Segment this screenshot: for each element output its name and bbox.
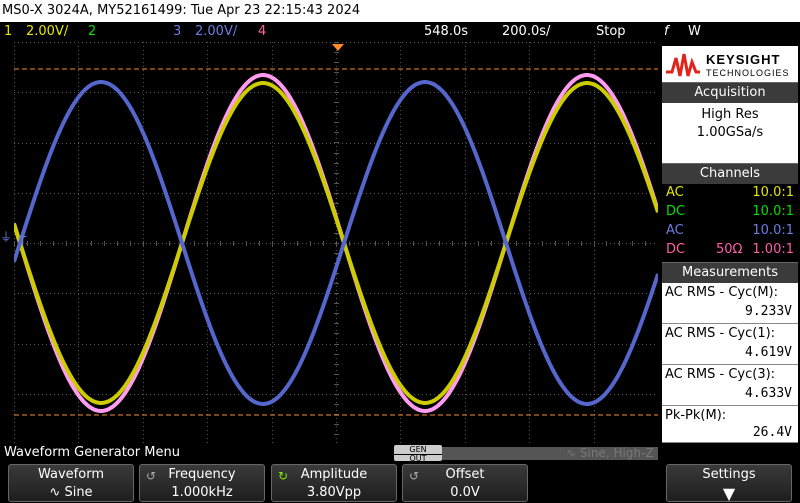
amplitude-softkey[interactable]: ↻ Amplitude 3.80Vpp	[271, 464, 397, 502]
softkey-bar: Waveform ∿ Sine ↺ Frequency 1.000kHz ↻ A…	[0, 462, 800, 503]
trigger-mode[interactable]: W	[688, 22, 701, 42]
ch1-number[interactable]: 1	[4, 22, 12, 42]
empty-softkey	[533, 464, 659, 502]
ch3-number[interactable]: 3	[173, 22, 181, 42]
channel-row-2[interactable]: DC 10.0:1	[664, 203, 796, 221]
channel-row-1[interactable]: AC 10.0:1	[664, 184, 796, 202]
ch3-scale[interactable]: 2.00V/	[195, 22, 237, 42]
frequency-softkey[interactable]: ↺ Frequency 1.000kHz	[139, 464, 265, 502]
trigger-edge-icon[interactable]: f	[664, 22, 669, 42]
acq-mode: High Res	[701, 107, 759, 122]
measurement-2[interactable]: AC RMS - Cyc(1): 4.619V	[662, 324, 798, 365]
channel-row-4[interactable]: DC 50Ω 1.00:1	[664, 241, 796, 259]
side-panel: KEYSIGHT TECHNOLOGIES Acquisition High R…	[660, 42, 800, 444]
channel-row-3[interactable]: AC 10.0:1	[664, 222, 796, 240]
gen-out-indicator[interactable]: GEN OUT	[394, 445, 442, 463]
keysight-wave-icon	[666, 53, 700, 77]
brand-subtitle: TECHNOLOGIES	[706, 68, 790, 78]
run-state[interactable]: Stop	[596, 22, 626, 42]
menu-title: Waveform Generator Menu	[4, 445, 180, 460]
ch1-scale[interactable]: 2.00V/	[26, 22, 68, 42]
sine-icon: ∿	[566, 446, 580, 460]
trigger-position-marker[interactable]	[332, 44, 344, 51]
window-title: MS0-X 3024A, MY52161499: Tue Apr 23 22:1…	[0, 0, 800, 22]
horizontal-delay[interactable]: 548.0s	[424, 22, 468, 42]
status-bar: 1 2.00V/ 2 3 2.00V/ 4 548.0s 200.0s/ Sto…	[0, 22, 800, 42]
measurement-4[interactable]: Pk-Pk(M): 26.4V	[662, 406, 798, 443]
gen-status: ∿ Sine, High-Z	[566, 446, 654, 460]
ch2-number[interactable]: 2	[88, 22, 96, 42]
trigger-level-marker[interactable]: T	[18, 234, 27, 248]
keysight-logo: KEYSIGHT TECHNOLOGIES	[662, 46, 798, 86]
acquisition-body: High Res 1.00GSa/s	[662, 103, 798, 163]
ch3-ground-marker[interactable]: ⏚	[0, 228, 14, 246]
ch4-number[interactable]: 4	[258, 22, 266, 42]
brand-name: KEYSIGHT	[706, 52, 781, 67]
acq-sample-rate: 1.00GSa/s	[696, 125, 764, 140]
waveform-display[interactable]: T	[14, 42, 658, 444]
timebase[interactable]: 200.0s/	[502, 22, 550, 42]
measurement-3[interactable]: AC RMS - Cyc(3): 4.633V	[662, 365, 798, 406]
menu-bar: Waveform Generator Menu GEN OUT ∿ Sine, …	[0, 444, 800, 463]
acquisition-header[interactable]: Acquisition	[662, 82, 798, 103]
waveform-softkey[interactable]: Waveform ∿ Sine	[8, 464, 134, 502]
sine-wave-icon: ∿	[49, 485, 65, 500]
measurement-1[interactable]: AC RMS - Cyc(M): 9.233V	[662, 283, 798, 324]
settings-softkey[interactable]: Settings ▼	[666, 464, 792, 503]
offset-softkey[interactable]: ↺ Offset 0.0V	[402, 464, 528, 502]
channels-header[interactable]: Channels	[662, 163, 798, 184]
measurements-header[interactable]: Measurements	[662, 262, 798, 283]
channels-body: AC 10.0:1 DC 10.0:1 AC 10.0:1 DC 50Ω 1.0…	[662, 184, 798, 262]
arrow-down-icon: ▼	[722, 484, 736, 503]
